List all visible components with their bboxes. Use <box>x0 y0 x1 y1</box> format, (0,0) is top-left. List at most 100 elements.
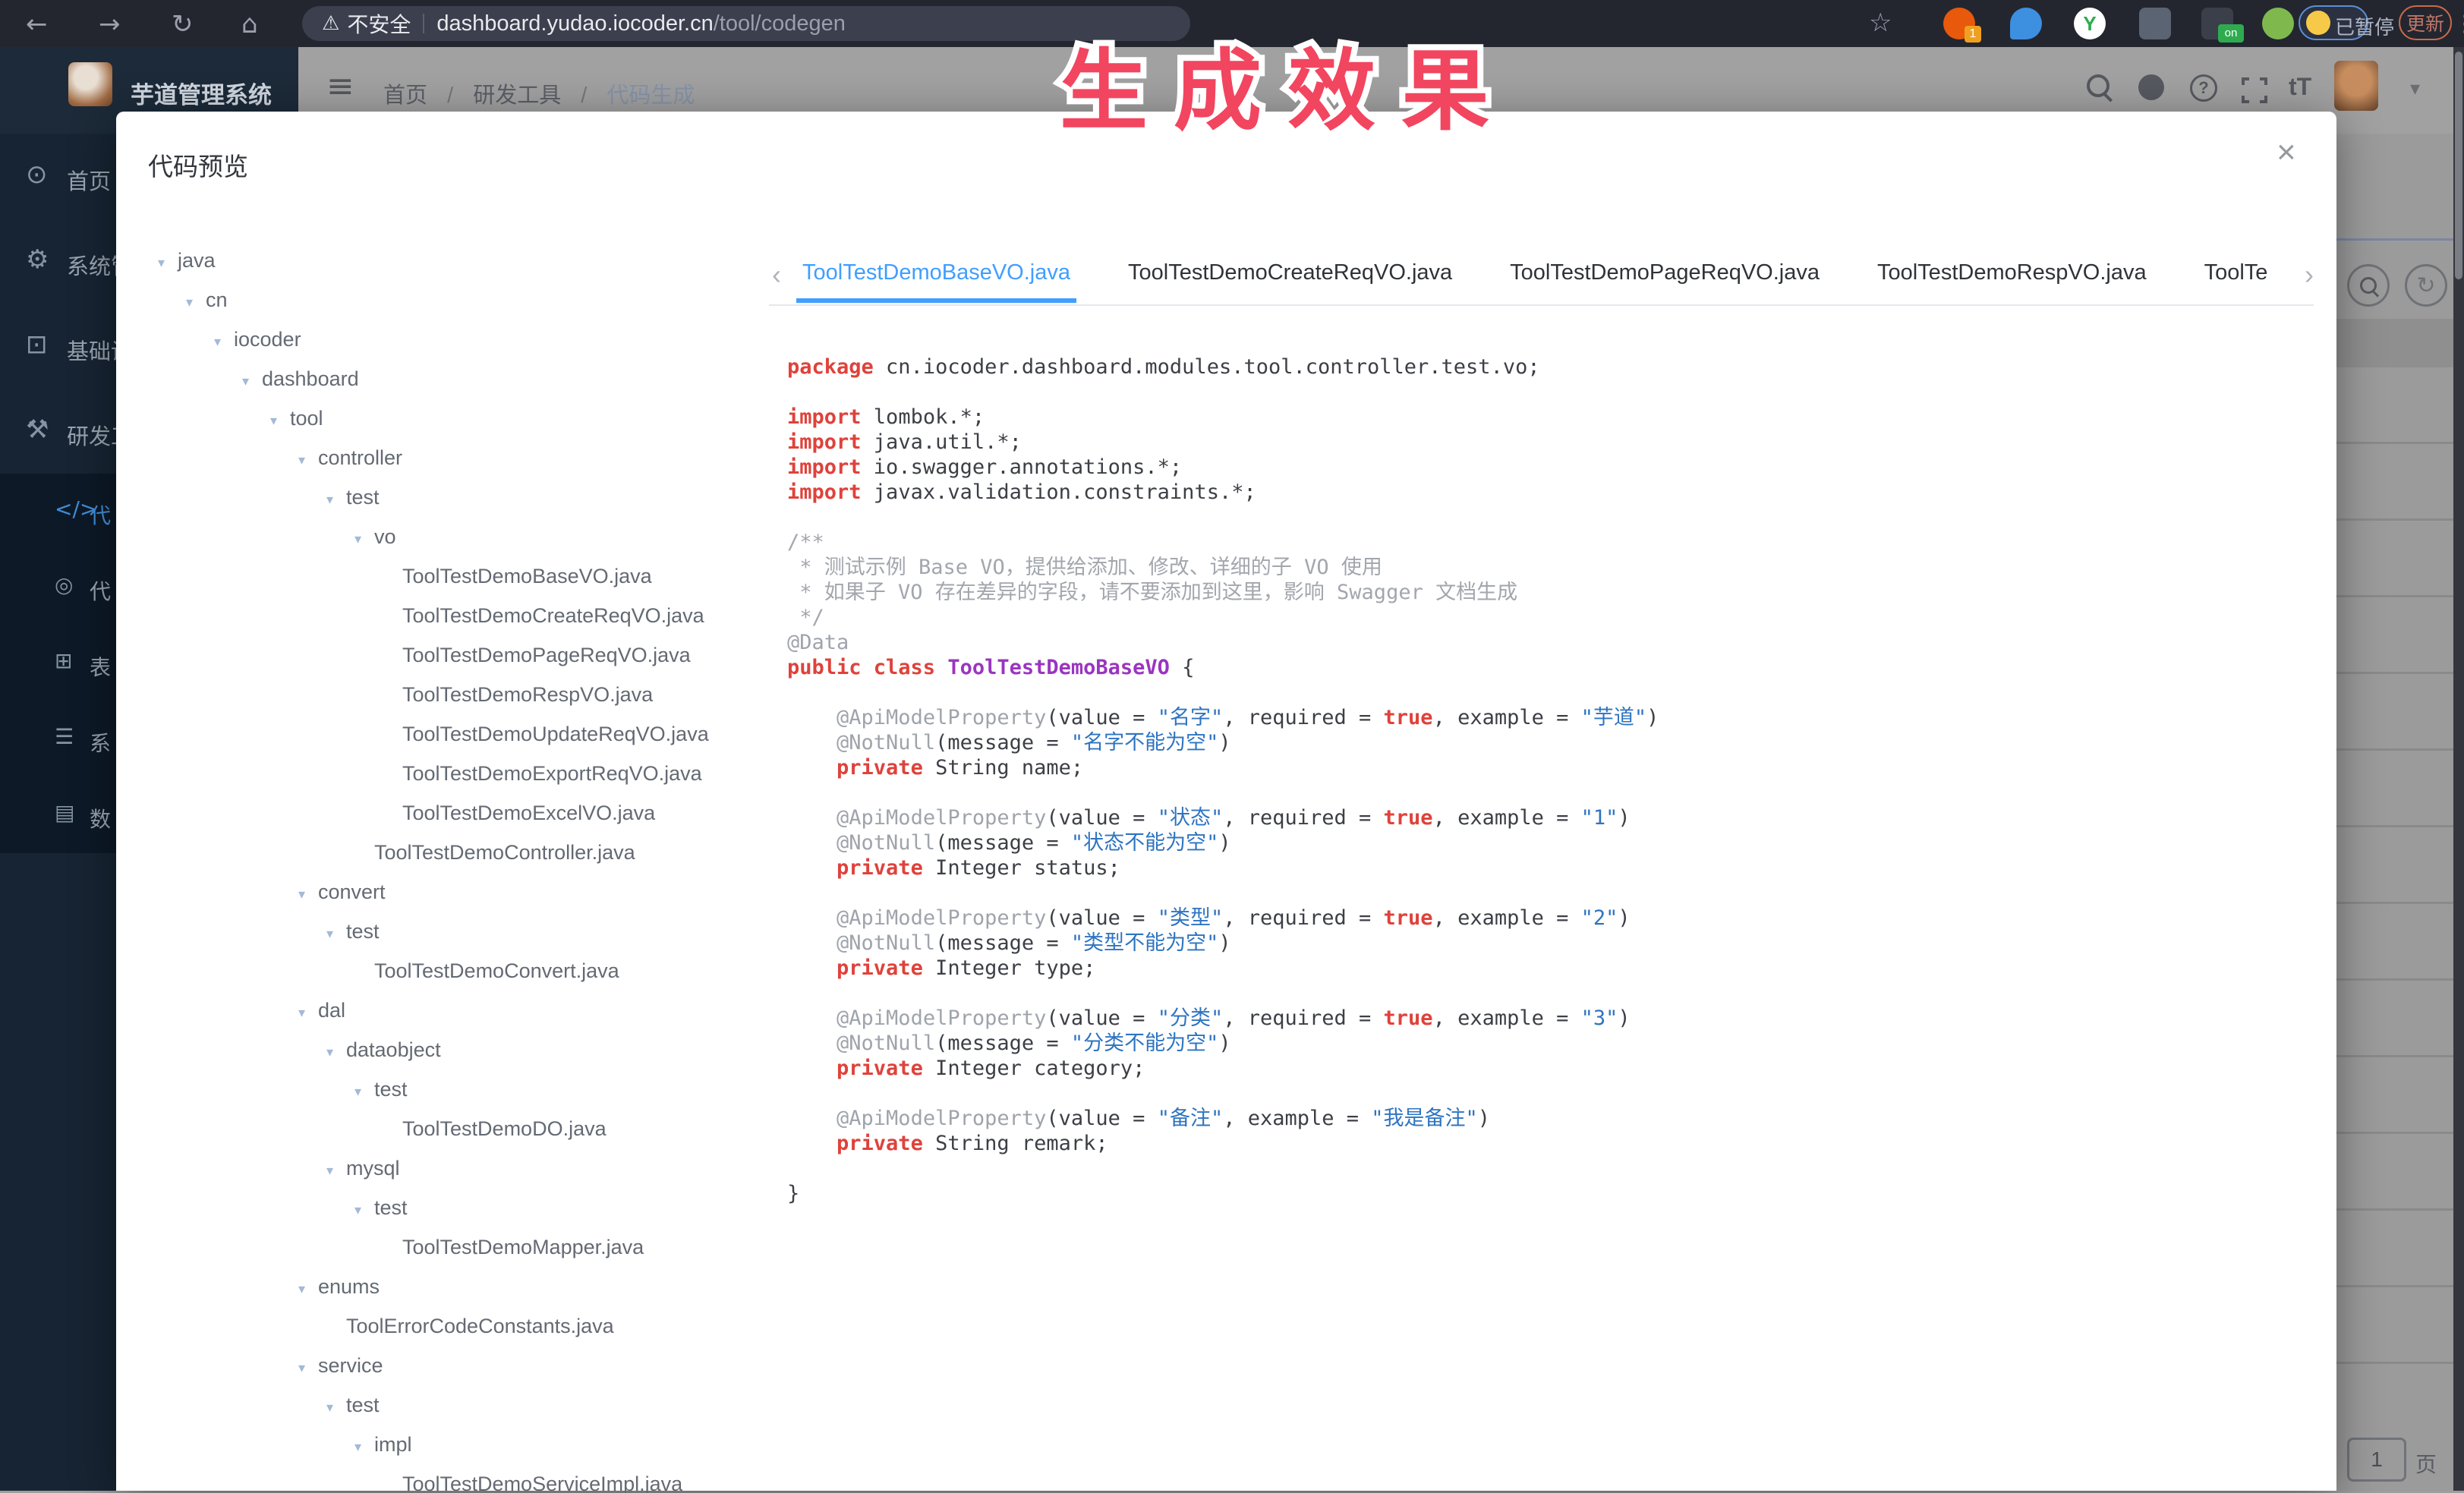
sidebar-sub-item-form[interactable]: ⊞表 <box>0 625 116 701</box>
caret-down-icon[interactable]: ▾ <box>242 362 262 402</box>
tree-node-iocoder[interactable]: ▾iocoder <box>116 320 784 359</box>
tree-node-ToolTestDemoRespVO.java[interactable]: ToolTestDemoRespVO.java <box>116 675 784 714</box>
tree-node-enums[interactable]: ▾enums <box>116 1267 784 1306</box>
chevron-down-icon[interactable]: ▾ <box>2410 77 2420 100</box>
tabs-scroll-left-icon[interactable]: ‹ <box>772 259 781 291</box>
scrollbar-thumb[interactable] <box>2455 52 2462 279</box>
folder-label: convert <box>318 880 386 903</box>
update-button[interactable]: 更新 <box>2399 5 2452 40</box>
caret-down-icon[interactable]: ▾ <box>298 875 318 915</box>
tree-node-ToolTestDemoExportReqVO.java[interactable]: ToolTestDemoExportReqVO.java <box>116 754 784 793</box>
address-bar[interactable]: ⚠ 不安全 dashboard.yudao.iocoder.cn /tool/c… <box>302 6 1190 41</box>
caret-down-icon[interactable]: ▾ <box>298 441 318 480</box>
tree-node-impl[interactable]: ▾impl <box>116 1425 784 1464</box>
tree-node-dashboard[interactable]: ▾dashboard <box>116 359 784 398</box>
tabs-scroll-right-icon[interactable]: › <box>2305 259 2314 291</box>
tree-node-ToolErrorCodeConstants.java[interactable]: ToolErrorCodeConstants.java <box>116 1306 784 1346</box>
tree-node-test[interactable]: ▾test <box>116 1069 784 1109</box>
tree-node-tool[interactable]: ▾tool <box>116 398 784 438</box>
tree-node-ToolTestDemoUpdateReqVO.java[interactable]: ToolTestDemoUpdateReqVO.java <box>116 714 784 754</box>
tree-node-test[interactable]: ▾test <box>116 912 784 951</box>
sidebar-sub-item-codegen[interactable]: </>代 <box>0 474 116 550</box>
caret-down-icon[interactable]: ▾ <box>354 1191 374 1230</box>
tree-node-ToolTestDemoExcelVO.java[interactable]: ToolTestDemoExcelVO.java <box>116 793 784 833</box>
breadcrumb-devtools[interactable]: 研发工具 <box>473 83 561 108</box>
tree-node-ToolTestDemoMapper.java[interactable]: ToolTestDemoMapper.java <box>116 1227 784 1267</box>
font-size-icon[interactable]: tT <box>2289 73 2311 101</box>
tree-node-controller[interactable]: ▾controller <box>116 438 784 477</box>
home-icon[interactable]: ⌂ <box>241 9 258 39</box>
kebab-menu-icon[interactable]: ⋮ <box>2453 11 2464 37</box>
tab-ToolTestDemoBaseVO.java[interactable]: ToolTestDemoBaseVO.java <box>802 248 1070 303</box>
sidebar-item-devtools[interactable]: ⚒研发工 <box>0 389 116 474</box>
extension-icon-grid[interactable] <box>2139 8 2171 39</box>
bookmark-star-icon[interactable]: ☆ <box>1869 8 1892 38</box>
tab-ToolTe[interactable]: ToolTe <box>2204 248 2268 303</box>
caret-down-icon[interactable]: ▾ <box>326 480 346 520</box>
tree-node-ToolTestDemoCreateReqVO.java[interactable]: ToolTestDemoCreateReqVO.java <box>116 596 784 635</box>
caret-down-icon[interactable]: ▾ <box>298 1349 318 1388</box>
help-icon[interactable]: ? <box>2190 74 2217 102</box>
tree-node-test[interactable]: ▾test <box>116 477 784 517</box>
caret-down-icon[interactable]: ▾ <box>354 520 374 559</box>
tab-ToolTestDemoRespVO.java[interactable]: ToolTestDemoRespVO.java <box>1877 248 2147 303</box>
caret-down-icon[interactable]: ▾ <box>158 244 178 283</box>
tree-node-test[interactable]: ▾test <box>116 1385 784 1425</box>
sidebar-sub-item-api[interactable]: ☰系 <box>0 701 116 777</box>
tree-node-mysql[interactable]: ▾mysql <box>116 1148 784 1188</box>
not-secure-label[interactable]: 不安全 <box>347 8 411 39</box>
tree-node-test[interactable]: ▾test <box>116 1188 784 1227</box>
tree-node-ToolTestDemoConvert.java[interactable]: ToolTestDemoConvert.java <box>116 951 784 991</box>
caret-down-icon[interactable]: ▾ <box>326 1388 346 1428</box>
caret-down-icon[interactable]: ▾ <box>326 915 346 954</box>
tree-node-ToolTestDemoDO.java[interactable]: ToolTestDemoDO.java <box>116 1109 784 1148</box>
tree-node-java[interactable]: ▾java <box>116 241 784 280</box>
tab-ToolTestDemoPageReqVO.java[interactable]: ToolTestDemoPageReqVO.java <box>1510 248 1820 303</box>
forward-icon[interactable]: → <box>99 9 121 39</box>
tree-node-convert[interactable]: ▾convert <box>116 872 784 912</box>
fullscreen-icon[interactable] <box>2242 77 2267 107</box>
caret-down-icon[interactable]: ▾ <box>186 283 206 323</box>
menu-item-label: 基础设 <box>67 334 116 366</box>
close-icon[interactable]: × <box>2277 136 2296 169</box>
sidebar-sub-item-database[interactable]: ▤数 <box>0 777 116 853</box>
extension-icon-leaf[interactable] <box>2262 8 2294 39</box>
caret-down-icon[interactable]: ▾ <box>354 1428 374 1467</box>
caret-down-icon[interactable]: ▾ <box>214 323 234 362</box>
breadcrumb-home[interactable]: 首页 <box>383 83 427 108</box>
caret-down-icon[interactable]: ▾ <box>354 1073 374 1112</box>
sidebar-item-dashboard[interactable]: ⊙首页 <box>0 134 116 219</box>
extension-on-badge: on <box>2218 24 2244 43</box>
page-scrollbar[interactable] <box>2453 47 2464 1491</box>
tree-node-dal[interactable]: ▾dal <box>116 991 784 1030</box>
sidebar-sub-item-codereview[interactable]: ◎代 <box>0 550 116 625</box>
back-icon[interactable]: ← <box>26 9 48 39</box>
collapse-menu-icon[interactable]: ≡ <box>326 67 354 106</box>
table-search-button[interactable] <box>2347 264 2390 307</box>
tree-node-vo[interactable]: ▾vo <box>116 517 784 556</box>
user-avatar[interactable] <box>2334 61 2378 111</box>
github-icon[interactable] <box>2138 74 2164 104</box>
reload-icon[interactable]: ↻ <box>172 9 194 39</box>
caret-down-icon[interactable]: ▾ <box>326 1033 346 1073</box>
tree-node-ToolTestDemoPageReqVO.java[interactable]: ToolTestDemoPageReqVO.java <box>116 635 784 675</box>
tab-ToolTestDemoCreateReqVO.java[interactable]: ToolTestDemoCreateReqVO.java <box>1128 248 1452 303</box>
caret-down-icon[interactable]: ▾ <box>298 994 318 1033</box>
sidebar-item-system[interactable]: ⚙系统管 <box>0 219 116 304</box>
tree-node-ToolTestDemoController.java[interactable]: ToolTestDemoController.java <box>116 833 784 872</box>
tree-node-service[interactable]: ▾service <box>116 1346 784 1385</box>
search-icon[interactable] <box>2087 74 2110 101</box>
table-refresh-button[interactable]: ↻ <box>2405 264 2447 307</box>
caret-down-icon[interactable]: ▾ <box>326 1151 346 1191</box>
extension-icon-pin[interactable] <box>2010 8 2042 39</box>
tree-node-ToolTestDemoServiceImpl.java[interactable]: ToolTestDemoServiceImpl.java <box>116 1464 784 1493</box>
extension-icon-green-y[interactable]: Y <box>2074 8 2106 39</box>
code-line <box>787 1156 2305 1181</box>
tree-node-ToolTestDemoBaseVO.java[interactable]: ToolTestDemoBaseVO.java <box>116 556 784 596</box>
sidebar-item-infra[interactable]: ⊡基础设 <box>0 304 116 389</box>
pagination-input[interactable]: 1 <box>2347 1438 2406 1482</box>
tree-node-cn[interactable]: ▾cn <box>116 280 784 320</box>
caret-down-icon[interactable]: ▾ <box>270 402 290 441</box>
tree-node-dataobject[interactable]: ▾dataobject <box>116 1030 784 1069</box>
caret-down-icon[interactable]: ▾ <box>298 1270 318 1309</box>
